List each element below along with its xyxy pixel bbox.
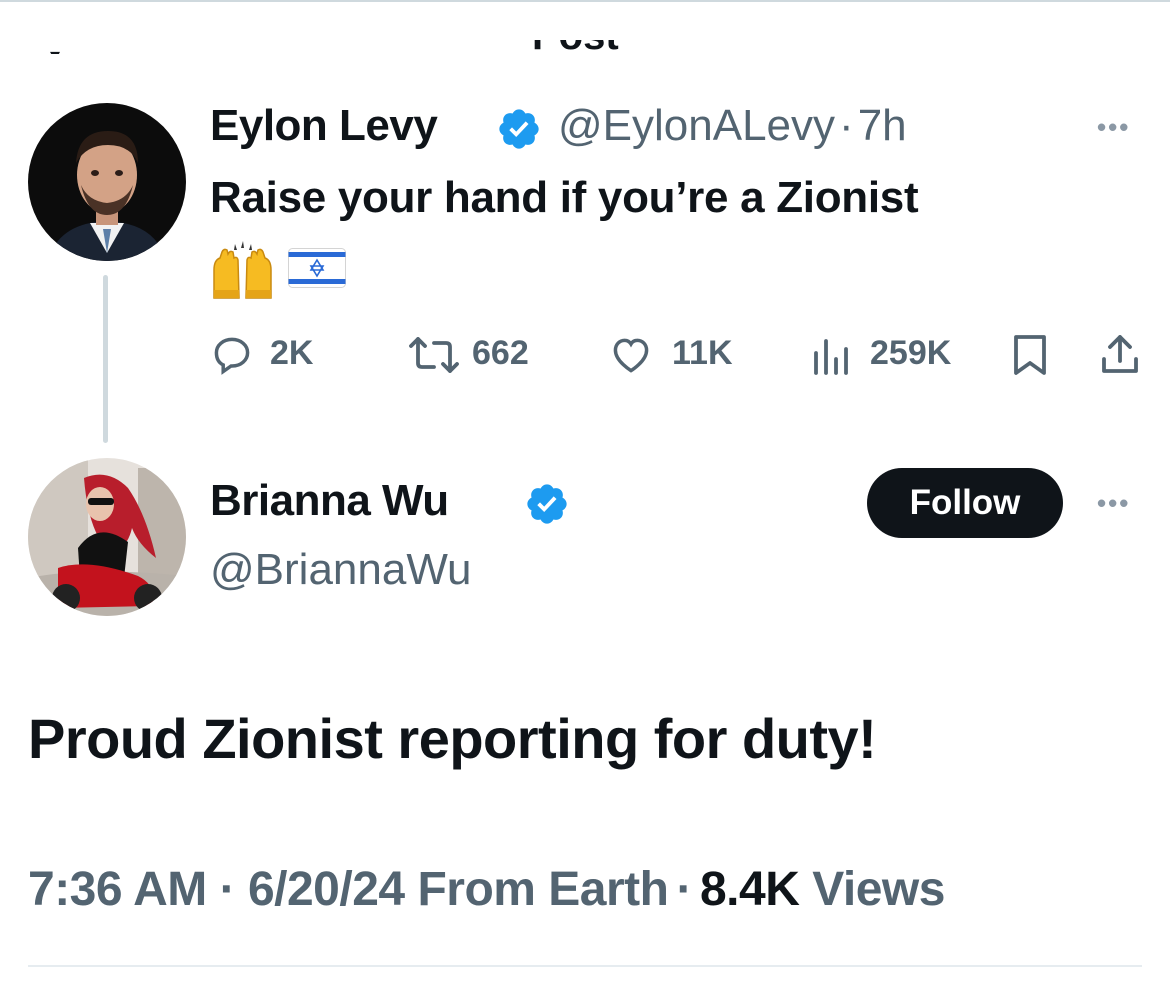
header-title: Post [532,40,619,54]
repost-icon [408,333,460,382]
like-button[interactable]: 11K [608,330,748,380]
like-count: 11K [672,334,733,372]
top-divider [0,0,1170,2]
share-button[interactable] [1098,330,1142,380]
reply-verified-badge-icon [524,481,570,532]
raising-hands-emoji-icon [210,240,276,307]
reply-author-handle[interactable]: @BriannaWu [210,545,472,595]
thread-connector [103,275,108,443]
heart-icon [608,333,654,382]
views-button[interactable]: 259K [810,330,980,380]
repost-count: 662 [472,334,529,372]
repost-button[interactable]: 662 [408,330,568,380]
views-count: 259K [870,334,952,372]
israel-flag-emoji-icon [288,248,346,293]
meta-separator-2: · [676,863,692,916]
reply-button[interactable]: 2K [210,330,340,380]
tweet-text: Raise your hand if you’re a Zionist [210,173,919,222]
dot-separator: · [839,101,854,150]
meta-separator: · [219,863,236,916]
tweet-actions-bar: 2K 662 11K 259K [210,330,1150,380]
more-options-icon[interactable]: ••• [1097,112,1130,143]
follow-button[interactable]: Follow [867,468,1063,538]
author-handle[interactable]: @EylonALevy [558,101,835,150]
reply-count: 2K [270,334,314,372]
tweet-metadata: 7:36 AM · 6/20/24 From Earth · 8.4K Views [28,862,945,917]
bookmark-button[interactable] [1010,330,1050,380]
tweet-date[interactable]: 6/20/24 [248,863,405,916]
avatar-brianna-wu[interactable] [28,458,186,616]
views-total: 8.4K [699,863,800,916]
reply-bubble-icon [210,333,254,382]
avatar-eylon-levy[interactable] [28,103,186,261]
tweet-timestamp[interactable]: 7:36 AM [28,863,207,916]
reply-more-options-icon[interactable]: ••• [1097,488,1130,519]
views-label: Views [812,863,945,916]
tweet-source: From Earth [417,863,669,916]
bookmark-icon [1010,333,1050,382]
author-handle-line: @EylonALevy·7h [558,101,907,151]
share-icon [1098,333,1142,382]
reply-author-name[interactable]: Brianna Wu [210,476,449,526]
bottom-divider [28,965,1142,967]
tweet-time[interactable]: 7h [858,101,907,150]
views-bar-chart-icon [810,333,854,382]
reply-tweet-text: Proud Zionist reporting for duty! [28,707,877,770]
author-name[interactable]: Eylon Levy [210,101,438,151]
back-arrow-icon[interactable]: ▾ [50,46,60,54]
verified-badge-icon [496,106,542,157]
header-bar: ▾ Post [50,40,650,54]
